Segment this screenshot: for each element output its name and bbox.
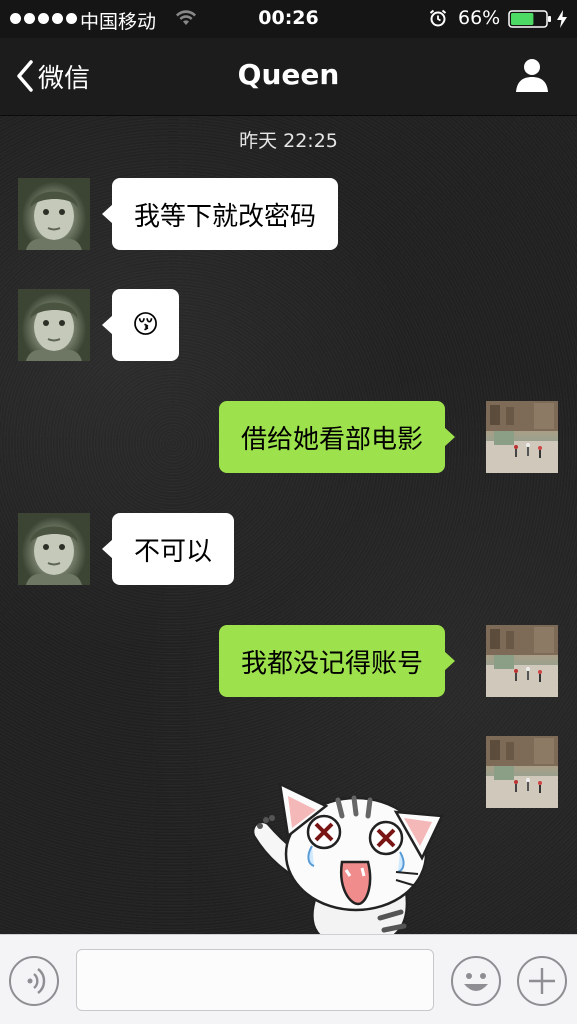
child-portrait-icon <box>26 526 82 585</box>
message-bubble-incoming[interactable]: 不可以 <box>101 513 235 585</box>
my-avatar[interactable] <box>486 736 558 808</box>
message-bubble-incoming[interactable]: 😚 <box>101 289 180 361</box>
message-bubble-incoming[interactable]: 我等下就改密码 <box>101 178 339 250</box>
chat-info-button[interactable] <box>513 56 551 94</box>
crying-cat-sticker[interactable] <box>246 776 452 934</box>
my-avatar[interactable] <box>486 401 558 473</box>
message-bubble-outgoing[interactable]: 借给她看部电影 <box>219 401 456 473</box>
battery-icon <box>508 10 551 28</box>
more-options-button[interactable] <box>516 955 568 1007</box>
emoji-button[interactable] <box>450 955 502 1007</box>
emoji-icon <box>451 956 501 1006</box>
street-photo-icon <box>486 625 558 697</box>
chat-message-list[interactable]: 昨天 22:25 我等下就改密码 😚 借给她看部电影 不可以 我都没记得账号 <box>0 116 577 934</box>
contact-avatar[interactable] <box>18 178 90 250</box>
contact-avatar[interactable] <box>18 289 90 361</box>
message-bubble-outgoing[interactable]: 我都没记得账号 <box>219 625 456 697</box>
child-portrait-icon <box>26 191 82 250</box>
plus-icon <box>517 956 567 1006</box>
message-text: 我等下就改密码 <box>134 201 317 232</box>
message-input[interactable] <box>76 949 434 1011</box>
message-text: 不可以 <box>134 536 213 567</box>
kissing-face-emoji: 😚 <box>132 310 160 340</box>
street-photo-icon <box>486 736 558 808</box>
voice-input-button[interactable] <box>8 955 60 1007</box>
battery-percentage: 66% <box>458 7 501 29</box>
charging-icon <box>557 10 567 28</box>
contact-avatar[interactable] <box>18 513 90 585</box>
message-input-bar <box>0 934 577 1024</box>
navigation-bar: 微信 Queen <box>0 38 577 116</box>
alarm-icon <box>429 9 447 27</box>
my-avatar[interactable] <box>486 625 558 697</box>
street-photo-icon <box>486 401 558 473</box>
chat-title: Queen <box>237 58 340 91</box>
child-portrait-icon <box>26 302 82 361</box>
message-text: 借给她看部电影 <box>241 424 424 455</box>
message-timestamp: 昨天 22:25 <box>239 130 338 152</box>
message-text: 我都没记得账号 <box>241 648 424 679</box>
person-icon <box>516 59 548 92</box>
voice-icon <box>9 956 59 1006</box>
status-bar: 中国移动 00:26 66% <box>0 0 577 38</box>
